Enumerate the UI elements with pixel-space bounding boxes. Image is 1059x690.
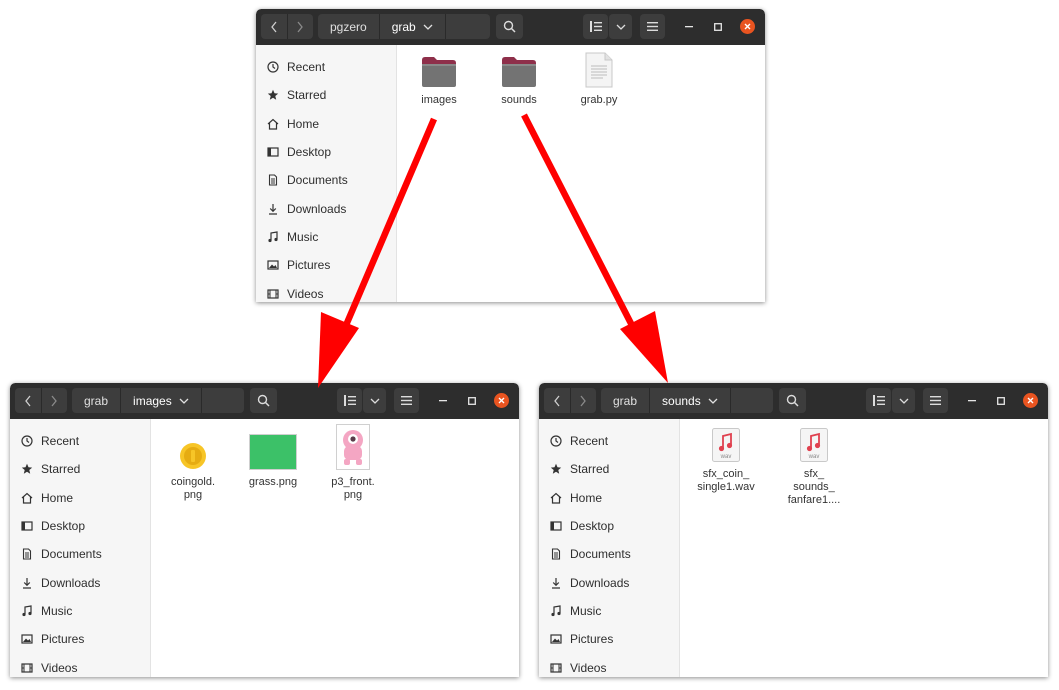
arrow-to-images-window: [318, 117, 437, 388]
arrow-to-sounds-window: [521, 113, 668, 383]
annotation-arrows: [318, 113, 668, 388]
